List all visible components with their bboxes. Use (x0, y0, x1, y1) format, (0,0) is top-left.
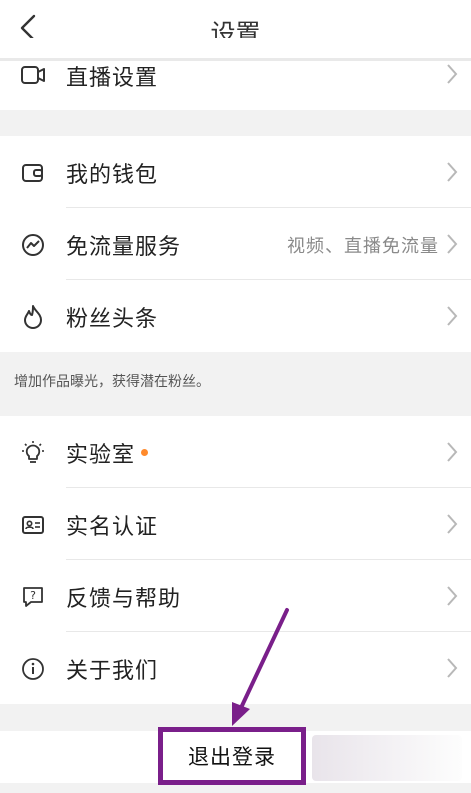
settings-page: 设置 直播设置 我的钱包 免流量服务 视频、直播免流量 粉丝头条 增加作品曝光，… (0, 0, 471, 793)
annotation-arrow (232, 608, 289, 726)
